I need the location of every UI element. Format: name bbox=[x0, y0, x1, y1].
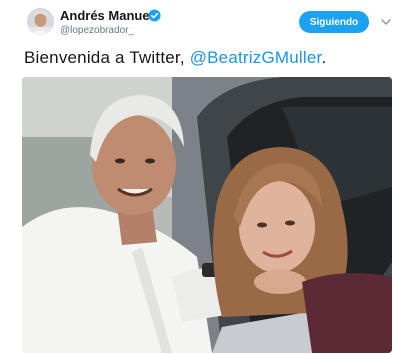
following-button[interactable]: Siguiendo bbox=[299, 11, 369, 33]
tweet-card: Andrés Manuel @lopezobrador_ Siguiendo B… bbox=[0, 0, 415, 354]
tweet-photo[interactable] bbox=[22, 77, 392, 353]
author-name[interactable]: Andrés Manuel bbox=[60, 8, 153, 23]
mention-link[interactable]: @BeatrizGMuller bbox=[190, 48, 322, 67]
author-handle[interactable]: @lopezobrador_ bbox=[60, 25, 134, 36]
tweet-text-end: . bbox=[321, 48, 327, 67]
avatar-portrait bbox=[27, 8, 54, 35]
tweet-header: Andrés Manuel @lopezobrador_ Siguiendo bbox=[22, 6, 402, 42]
photo-image bbox=[22, 77, 392, 353]
tweet-text: Bienvenida a Twitter, @BeatrizGMuller. bbox=[24, 48, 326, 68]
avatar[interactable] bbox=[27, 8, 54, 35]
verified-badge-icon bbox=[148, 9, 161, 22]
chevron-down-icon[interactable] bbox=[379, 15, 393, 29]
tweet-text-body: Bienvenida a Twitter, bbox=[24, 48, 190, 67]
